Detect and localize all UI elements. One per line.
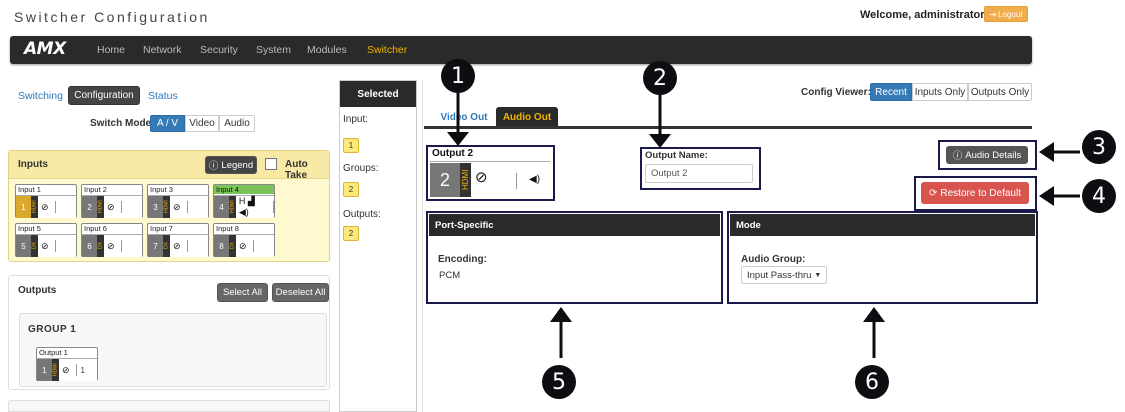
callout-6: 6	[855, 365, 889, 399]
callout-3: 3	[1082, 130, 1116, 164]
callout-4: 4	[1082, 179, 1116, 213]
callout-1: 1	[441, 59, 475, 93]
callout-2: 2	[643, 61, 677, 95]
callout-arrows	[447, 92, 1080, 358]
callout-5: 5	[542, 365, 576, 399]
